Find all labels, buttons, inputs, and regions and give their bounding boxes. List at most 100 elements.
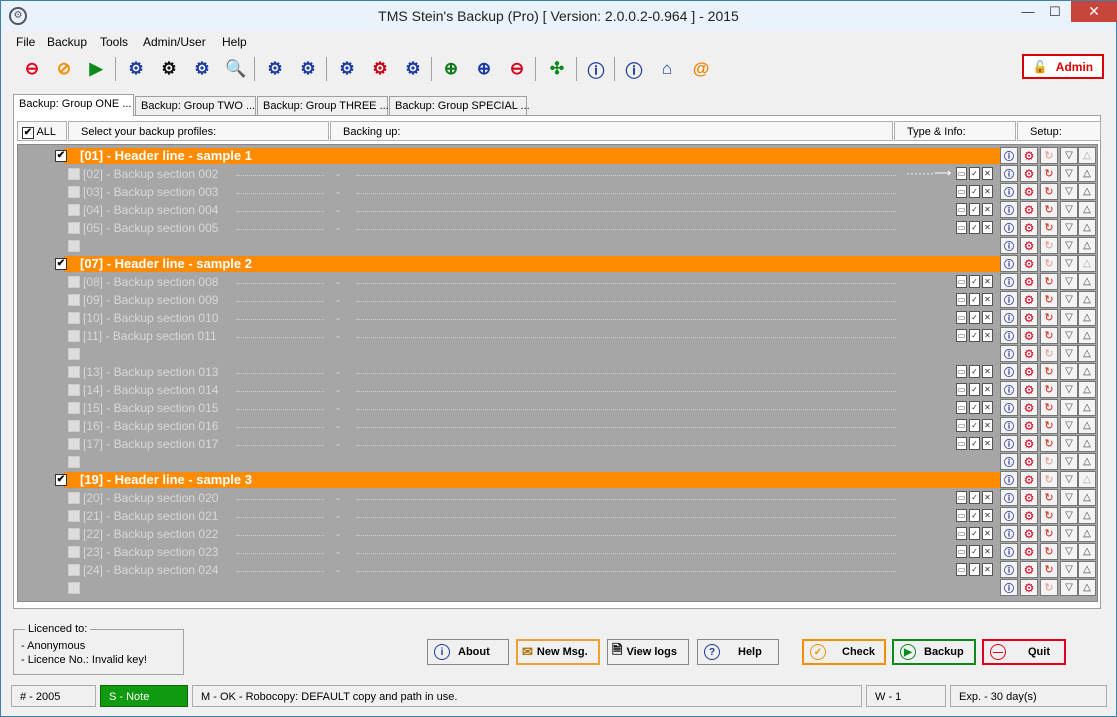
move-down-icon[interactable]: ▽ [1060,309,1078,326]
gear-icon[interactable]: ⚙ [1020,219,1038,236]
move-down-icon[interactable]: ▽ [1060,291,1078,308]
info-icon[interactable]: ⓘ [1000,237,1018,254]
gear-icon[interactable]: ⚙ [1020,435,1038,452]
move-up-icon[interactable]: △ [1078,543,1096,560]
sync-icon[interactable]: ↻ [1040,363,1058,380]
gear-lines-icon[interactable]: ⚙ [295,56,321,82]
row-checkbox[interactable] [68,366,80,378]
move-down-icon[interactable]: ▽ [1060,525,1078,542]
row-checkbox[interactable] [68,582,80,594]
gear-icon[interactable]: ⚙ [1020,309,1038,326]
move-up-icon[interactable]: △ [1078,309,1096,326]
move-down-icon[interactable]: ▽ [1060,219,1078,236]
move-up-icon[interactable]: △ [1078,291,1096,308]
info-icon[interactable]: ⓘ [1000,399,1018,416]
info-icon[interactable]: ⓘ [1000,147,1018,164]
move-down-icon[interactable]: ▽ [1060,381,1078,398]
sync-icon[interactable]: ↻ [1040,489,1058,506]
sync-icon[interactable]: ↻ [1040,237,1058,254]
move-up-icon[interactable]: △ [1078,579,1096,596]
row-checkbox[interactable] [68,510,80,522]
gear-icon[interactable]: ⚙ [1020,417,1038,434]
info-icon[interactable]: ⓘ [1000,417,1018,434]
help-button[interactable]: ? Help [697,639,779,665]
info-icon[interactable]: ⓘ [1000,291,1018,308]
move-down-icon[interactable]: ▽ [1060,273,1078,290]
move-down-icon[interactable]: ▽ [1060,579,1078,596]
gear-icon[interactable]: ⚙ [1020,201,1038,218]
move-down-icon[interactable]: ▽ [1060,363,1078,380]
info-icon[interactable]: ⓘ [1000,507,1018,524]
sync-icon[interactable]: ↻ [1040,453,1058,470]
move-down-icon[interactable]: ▽ [1060,561,1078,578]
move-up-icon[interactable]: △ [1078,525,1096,542]
gear-icon[interactable]: ⚙ [1020,399,1038,416]
gear-icon[interactable]: ⚙ [1020,525,1038,542]
sync-icon[interactable]: ↻ [1040,399,1058,416]
move-up-icon[interactable]: △ [1078,345,1096,362]
sync-icon[interactable]: ↻ [1040,201,1058,218]
collapse-icon[interactable]: ✣ [544,56,570,82]
gear-icon[interactable]: ⚙ [123,56,149,82]
gear-icon[interactable]: ⚙ [1020,453,1038,470]
info-icon[interactable]: ⓘ [1000,471,1018,488]
menu-file[interactable]: File [16,35,35,49]
row-checkbox[interactable] [68,420,80,432]
row-checkbox[interactable] [68,276,80,288]
sync-icon[interactable]: ↻ [1040,471,1058,488]
sync-icon[interactable]: ↻ [1040,309,1058,326]
gear-icon[interactable]: ⚙ [1020,291,1038,308]
move-down-icon[interactable]: ▽ [1060,471,1078,488]
sync-icon[interactable]: ↻ [1040,147,1058,164]
home-icon[interactable]: ⌂ [654,56,680,82]
menu-backup[interactable]: Backup [47,35,87,49]
minimize-button[interactable]: — [1014,2,1042,24]
move-up-icon[interactable]: △ [1078,435,1096,452]
move-up-icon[interactable]: △ [1078,381,1096,398]
move-up-icon[interactable]: △ [1078,417,1096,434]
move-up-icon[interactable]: △ [1078,327,1096,344]
gear-lock-open-icon[interactable]: ⚙ [400,56,426,82]
gear-icon[interactable]: ⚙ [1020,561,1038,578]
move-down-icon[interactable]: ▽ [1060,435,1078,452]
info-icon[interactable]: ⓘ [1000,579,1018,596]
menu-help[interactable]: Help [222,35,247,49]
move-down-icon[interactable]: ▽ [1060,255,1078,272]
sync-icon[interactable]: ↻ [1040,291,1058,308]
backup-button[interactable]: ▶ Backup [892,639,976,665]
row-checkbox[interactable] [68,186,80,198]
row-checkbox[interactable] [68,564,80,576]
menu-tools[interactable]: Tools [100,35,128,49]
row-checkbox[interactable] [68,456,80,468]
move-up-icon[interactable]: △ [1078,201,1096,218]
info-icon[interactable]: ⓘ [621,56,647,82]
stop-icon[interactable]: ⊖ [19,56,45,82]
zoom-icon[interactable]: ⊕ [438,56,464,82]
sync-icon[interactable]: ↻ [1040,327,1058,344]
move-up-icon[interactable]: △ [1078,507,1096,524]
info-icon[interactable]: ⓘ [1000,201,1018,218]
gear-icon[interactable]: ⚙ [1020,237,1038,254]
move-up-icon[interactable]: △ [1078,237,1096,254]
move-up-icon[interactable]: △ [1078,273,1096,290]
row-checkbox[interactable] [68,312,80,324]
info-icon[interactable]: ⓘ [1000,561,1018,578]
menu-admin-user[interactable]: Admin/User [143,35,206,49]
info-icon[interactable]: ⓘ [1000,453,1018,470]
move-down-icon[interactable]: ▽ [1060,453,1078,470]
row-checkbox[interactable] [68,330,80,342]
sync-icon[interactable]: ↻ [1040,435,1058,452]
move-up-icon[interactable]: △ [1078,165,1096,182]
sync-icon[interactable]: ↻ [1040,561,1058,578]
group-header-checkbox[interactable]: ✔ [55,150,67,162]
tab-group-three[interactable]: Backup: Group THREE ... [257,96,389,115]
row-checkbox[interactable] [68,204,80,216]
move-up-icon[interactable]: △ [1078,399,1096,416]
play-icon[interactable]: ▶ [83,56,109,82]
gear-icon[interactable]: ⚙ [1020,381,1038,398]
gear-icon[interactable]: ⚙ [1020,327,1038,344]
quit-button[interactable]: — Quit [982,639,1066,665]
zoom-in-icon[interactable]: ⊕ [471,56,497,82]
move-down-icon[interactable]: ▽ [1060,507,1078,524]
check-icon[interactable]: ⊘ [51,56,77,82]
